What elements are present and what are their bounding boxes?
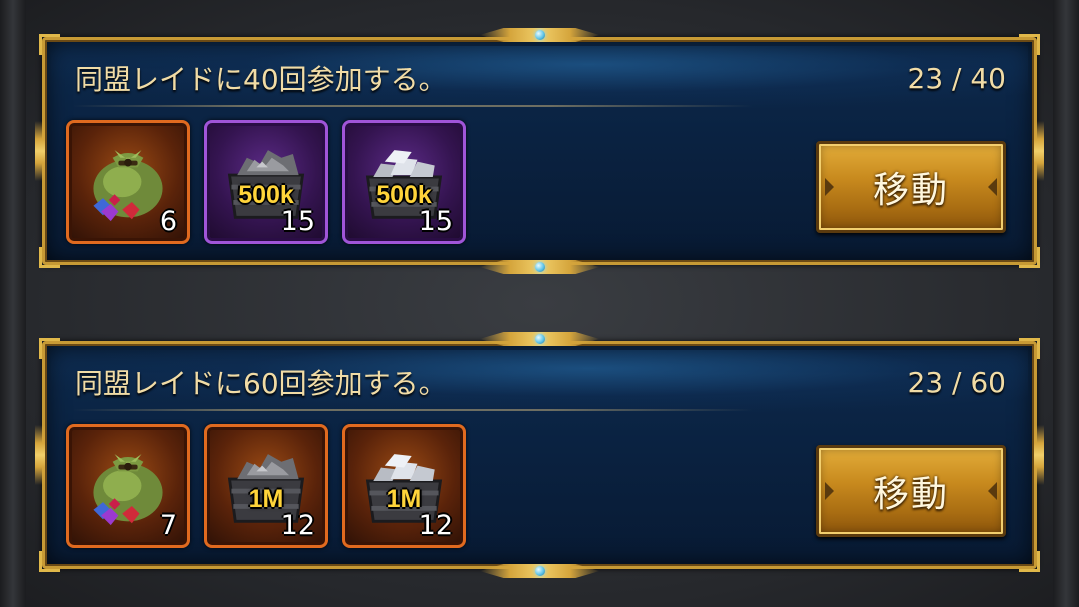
reward-item[interactable]: 500k 15 [342,120,466,244]
title-divider [73,409,753,411]
reward-item[interactable]: 7 [66,424,190,548]
corner-ornament [1019,247,1040,268]
quest-title: 同盟レイドに60回参加する。 [75,367,447,400]
reward-list: 6 500k 15 500k 15 [66,120,486,245]
side-ornament [35,425,45,485]
gem-icon [534,30,545,40]
corner-ornament [39,338,60,359]
reward-count: 12 [280,510,315,541]
side-ornament [1034,121,1044,181]
quest-card: 同盟レイドに60回参加する。 23 / 60 7 1M 12 1M 12 移動 [35,332,1044,578]
go-button[interactable]: 移動 [816,141,1006,233]
reward-count: 6 [159,206,177,237]
reward-count: 7 [159,510,177,541]
gem-icon [534,566,545,576]
reward-item[interactable]: 6 [66,120,190,244]
bottom-ornament [479,260,600,274]
gem-icon [534,334,545,344]
reward-list: 7 1M 12 1M 12 [66,424,486,549]
reward-count: 12 [418,510,453,541]
title-divider [73,105,753,107]
reward-count: 15 [418,206,453,237]
side-ornament [35,121,45,181]
corner-ornament [1019,338,1040,359]
reward-count: 15 [280,206,315,237]
right-frame-border [1053,0,1079,607]
top-ornament [479,28,600,42]
quest-progress: 23 / 40 [907,62,1007,95]
quest-progress: 23 / 60 [907,366,1007,399]
reward-item[interactable]: 500k 15 [204,120,328,244]
quest-title: 同盟レイドに40回参加する。 [75,63,447,96]
corner-ornament [1019,34,1040,55]
corner-ornament [1019,551,1040,572]
corner-ornament [39,34,60,55]
gem-icon [534,262,545,272]
corner-ornament [39,551,60,572]
reward-item[interactable]: 1M 12 [204,424,328,548]
left-frame-border [0,0,26,607]
side-ornament [1034,425,1044,485]
bottom-ornament [479,564,600,578]
corner-ornament [39,247,60,268]
quest-card: 同盟レイドに40回参加する。 23 / 40 6 500k 15 500k 15… [35,28,1044,274]
top-ornament [479,332,600,346]
go-button[interactable]: 移動 [816,445,1006,537]
reward-item[interactable]: 1M 12 [342,424,466,548]
